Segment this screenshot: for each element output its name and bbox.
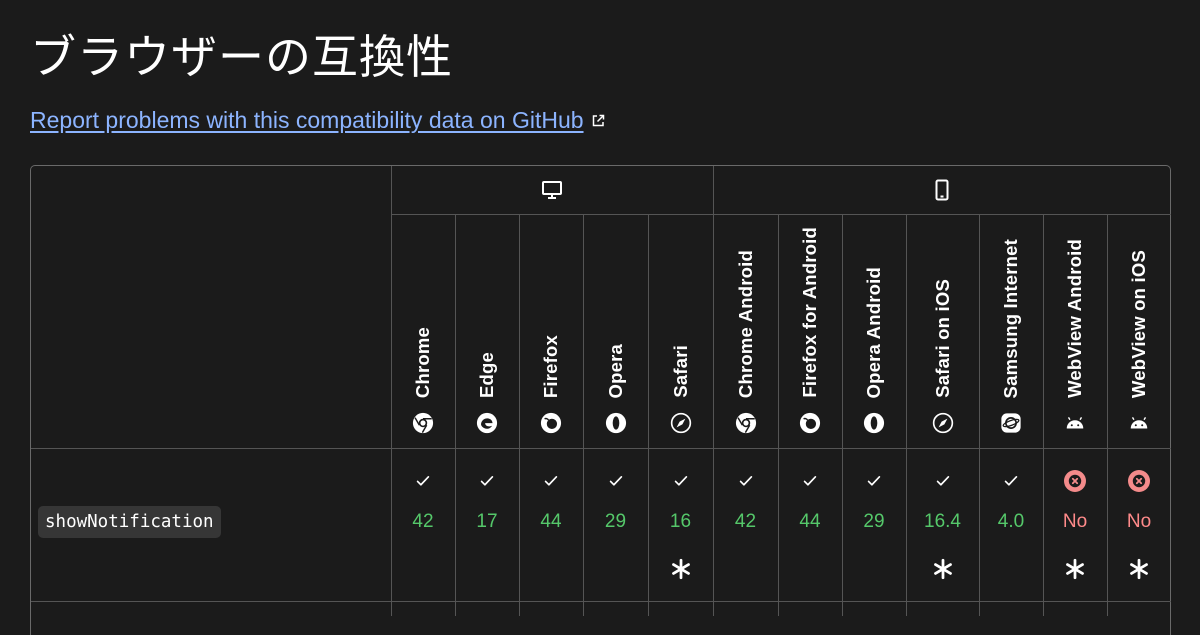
support-cell[interactable]: No	[1107, 449, 1171, 601]
browser-name: Opera	[604, 343, 626, 398]
safari-icon	[670, 412, 692, 434]
support-version: 4.0	[997, 511, 1025, 532]
check-icon	[734, 469, 758, 493]
support-version: 42	[734, 511, 757, 532]
browser-column-header: WebView on iOS	[1107, 215, 1171, 448]
not-supported-icon	[1063, 469, 1087, 493]
support-version: 44	[540, 511, 562, 532]
desktop-icon	[542, 181, 562, 199]
support-cell[interactable]: 29	[583, 449, 648, 601]
support-version: No	[1062, 511, 1088, 532]
support-cell[interactable]: 17	[455, 449, 519, 601]
browser-column-header: Samsung Internet	[979, 215, 1043, 448]
browser-name: WebView Android	[1064, 239, 1085, 398]
footnote-icon	[932, 558, 954, 580]
footnote-icon	[1064, 558, 1086, 580]
browser-name: Chrome	[412, 326, 433, 398]
support-version: No	[1126, 511, 1152, 532]
support-cell[interactable]: No	[1043, 449, 1107, 601]
safari-icon	[932, 412, 954, 434]
support-version: 44	[799, 511, 821, 532]
external-link-icon	[592, 114, 604, 127]
support-version: 17	[476, 511, 498, 532]
support-cell[interactable]: 16.4	[906, 449, 979, 601]
support-version: 29	[604, 511, 627, 532]
samsung-internet-icon	[1000, 412, 1022, 434]
not-supported-icon	[1127, 469, 1151, 493]
check-icon	[669, 469, 693, 493]
browser-name: Safari on iOS	[931, 279, 953, 398]
support-version: 16.4	[924, 511, 961, 532]
android-icon	[1128, 412, 1150, 434]
browser-name: Firefox for Android	[799, 227, 820, 398]
browser-column-header: Edge	[455, 215, 519, 448]
support-cell[interactable]: 42	[713, 449, 778, 601]
firefox-icon	[540, 412, 562, 434]
browser-name: Samsung Internet	[1000, 238, 1021, 398]
browser-column-header: Firefox	[519, 215, 583, 448]
chrome-icon	[735, 412, 757, 434]
edge-icon	[476, 412, 498, 434]
browser-name: Safari	[669, 345, 691, 398]
browser-name: Opera Android	[863, 266, 884, 398]
browser-column-header: Safari on iOS	[906, 215, 979, 448]
footnote-icon	[670, 558, 692, 580]
browser-column-header: Chrome	[391, 215, 455, 448]
browser-column-header: Firefox for Android	[778, 215, 842, 448]
browser-column-header: Chrome Android	[713, 215, 778, 448]
page-title: ブラウザーの互換性	[30, 30, 453, 84]
report-link-label: Report problems with this compatibility …	[30, 107, 584, 133]
check-icon	[931, 469, 955, 493]
opera-icon	[605, 412, 627, 434]
platform-desktop	[391, 166, 713, 214]
support-version: 42	[412, 511, 434, 532]
browser-name: Firefox	[540, 334, 561, 398]
firefox-icon	[799, 412, 821, 434]
support-cell[interactable]: 4.0	[979, 449, 1043, 601]
support-cell[interactable]: 29	[842, 449, 906, 601]
browser-name: WebView on iOS	[1128, 249, 1149, 398]
support-cell[interactable]: 44	[519, 449, 583, 601]
feature-name: showNotification	[38, 506, 221, 538]
android-icon	[1064, 412, 1086, 434]
platform-mobile	[713, 166, 1171, 214]
check-icon	[411, 469, 435, 493]
support-version: 16	[669, 511, 692, 532]
footnote-icon	[1128, 558, 1150, 580]
check-icon	[539, 469, 563, 493]
check-icon	[798, 469, 822, 493]
chrome-icon	[412, 412, 434, 434]
browser-column-header: WebView Android	[1043, 215, 1107, 448]
support-cell[interactable]: 16	[648, 449, 713, 601]
support-cell[interactable]: 44	[778, 449, 842, 601]
report-problems-link[interactable]: Report problems with this compatibility …	[30, 104, 606, 136]
support-cell[interactable]: 42	[391, 449, 455, 601]
check-icon	[475, 469, 499, 493]
browser-name: Edge	[476, 351, 497, 398]
mobile-icon	[935, 179, 949, 201]
browser-name: Chrome Android	[734, 249, 756, 398]
browser-column-header: Opera Android	[842, 215, 906, 448]
check-icon	[604, 469, 628, 493]
browser-compat-table: Chrome Edge Firefox Opera Safari Chrome Andro…	[30, 165, 1171, 635]
check-icon	[999, 469, 1023, 493]
browser-column-header: Safari	[648, 215, 713, 448]
check-icon	[862, 469, 886, 493]
browser-column-header: Opera	[583, 215, 648, 448]
support-version: 29	[863, 511, 885, 532]
opera-icon	[863, 412, 885, 434]
